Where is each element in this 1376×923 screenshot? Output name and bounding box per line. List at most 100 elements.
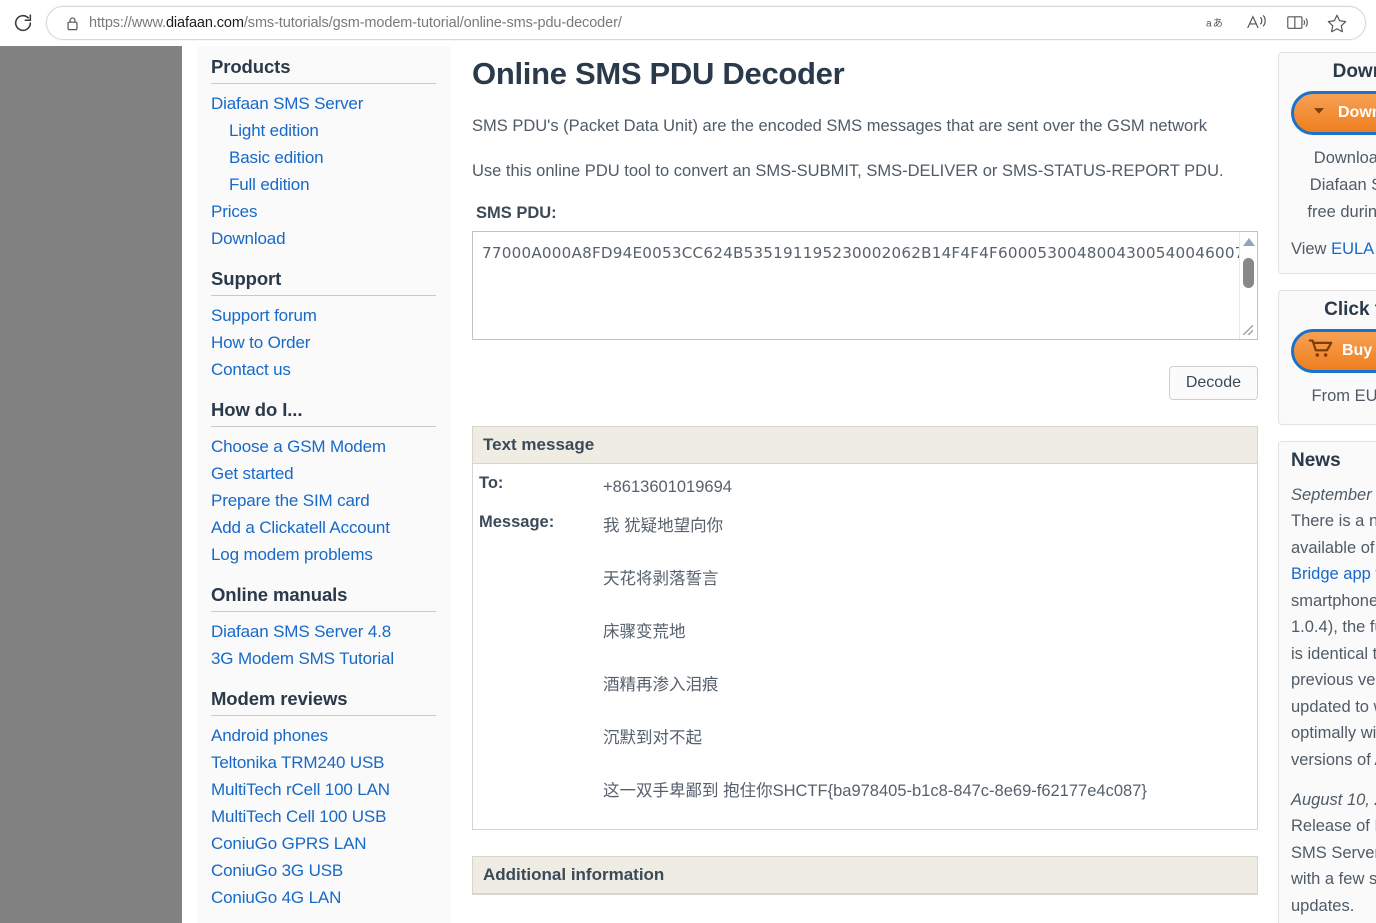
eula-link[interactable]: EULA [1331,240,1374,258]
download-card-text-3: free during 30 days [1307,203,1376,221]
news-body-pre: There is a new version available of the [1291,512,1376,557]
to-value: +8613601019694 [603,478,732,496]
sidebar-link-basic-edition[interactable]: Basic edition [211,144,436,171]
browser-toolbar: https://www.diafaan.com/sms-tutorials/gs… [0,0,1376,46]
sidebar-link-prices[interactable]: Prices [211,198,436,225]
url-text: https://www.diafaan.com/sms-tutorials/gs… [89,15,622,31]
sidebar-link-contact-us[interactable]: Contact us [211,356,436,383]
decode-button-row: Decode [472,366,1258,400]
sidebar-link-full-edition[interactable]: Full edition [211,171,436,198]
sms-pdu-label: SMS PDU: [476,204,557,222]
news-item-date: August 10, 2021 [1291,791,1376,809]
message-value: 我 犹疑地望向你 天花将剥落誓言 床骤变荒地 酒精再渗入泪痕 沉默到对不起 这一… [603,513,1147,805]
news-item-body: Release of Diafaan SMS Server 4.8.0.0 wi… [1291,817,1376,915]
sidebar-link-prepare-the-sim-card[interactable]: Prepare the SIM card [211,487,436,514]
svg-text:あ: あ [1213,17,1223,29]
download-card-text-2: Diafaan SMS Server [1309,176,1376,194]
sidebar-link-choose-a-gsm-modem[interactable]: Choose a GSM Modem [211,433,436,460]
sidebar-link-support-forum[interactable]: Support forum [211,302,436,329]
download-card: Download Download Download and try Diafa… [1278,52,1376,274]
row-to: To: +8613601019694 [479,474,1247,501]
favorite-star-icon[interactable] [1317,8,1357,38]
page-viewport: Products Diafaan SMS Server Light editio… [0,46,1376,923]
sms-pdu-textarea[interactable] [473,232,1257,339]
sidebar-section-products: Products Diafaan SMS Server Light editio… [211,46,436,252]
to-label: To: [479,474,504,492]
message-line: 床骤变荒地 [603,623,686,641]
lock-icon [61,16,83,31]
news-item-body: There is a new version available of the … [1291,508,1376,773]
sidebar-link-multitech-cell-100-usb[interactable]: MultiTech Cell 100 USB [211,803,436,830]
message-label: Message: [479,513,555,531]
download-button[interactable]: Download [1291,91,1376,135]
text-message-panel: Text message To: +8613601019694 Message:… [472,426,1258,830]
buy-button-label: Buy now [1342,342,1376,359]
sidebar-link-add-a-clickatell-account[interactable]: Add a Clickatell Account [211,514,436,541]
sidebar-heading-support: Support [211,252,436,296]
scroll-up-arrow-icon[interactable] [1242,238,1255,246]
sidebar-link-multitech-rcell-100-lan[interactable]: MultiTech rCell 100 LAN [211,776,436,803]
download-card-title: Download [1332,61,1376,82]
sidebar-link-download[interactable]: Download [211,225,436,252]
message-line-flag: 这一双手卑鄙到 抱住你SHCTF{ba978405-b1c8-847c-8e69… [603,782,1147,800]
sidebar-link-teltonika-trm240-usb[interactable]: Teltonika TRM240 USB [211,749,436,776]
page-title: Online SMS PDU Decoder [472,56,845,91]
decode-button[interactable]: Decode [1168,366,1258,400]
sidebar-link-coniugo-3g-usb[interactable]: ConiuGo 3G USB [211,857,436,884]
sidebar-link-coniugo-4g-lan[interactable]: ConiuGo 4G LAN [211,884,436,911]
additional-information-panel: Additional information [472,856,1258,895]
row-message: Message: 我 犹疑地望向你 天花将剥落誓言 床骤变荒地 酒精再渗入泪痕 … [479,513,1247,805]
sidebar-link-how-to-order[interactable]: How to Order [211,329,436,356]
sidebar-link-android-phones[interactable]: Android phones [211,722,436,749]
sidebar-heading-how-do-i: How do I... [211,383,436,427]
buy-card-text: From EUR 129.00 [1311,387,1376,405]
scrollbar-thumb[interactable] [1243,258,1254,288]
main-content: Online SMS PDU Decoder SMS PDU's (Packet… [450,46,1278,923]
intro-paragraph-2: Use this online PDU tool to convert an S… [472,162,1224,180]
download-card-text-1: Download and try [1313,149,1376,167]
reload-icon [14,14,32,32]
sidebar-section-modem-reviews: Modem reviews Android phones Teltonika T… [211,672,436,911]
news-card: News September 13, 2021 There is a new v… [1278,441,1376,923]
sidebar-link-log-modem-problems[interactable]: Log modem problems [211,541,436,568]
sidebar-heading-modem-reviews: Modem reviews [211,672,436,716]
address-bar[interactable]: https://www.diafaan.com/sms-tutorials/gs… [46,6,1366,40]
text-message-panel-body: To: +8613601019694 Message: 我 犹疑地望向你 天花将… [473,464,1257,829]
news-card-title: News [1291,450,1341,471]
additional-information-header: Additional information [473,857,1257,894]
sidebar-link-3g-modem-sms-tutorial[interactable]: 3G Modem SMS Tutorial [211,645,436,672]
sidebar-link-light-edition[interactable]: Light edition [211,117,436,144]
page-left-margin-block [0,46,182,923]
reload-button[interactable] [0,0,46,46]
message-line: 沉默到对不起 [603,729,702,747]
sidebar-section-how-do-i: How do I... Choose a GSM Modem Get start… [211,383,436,568]
news-body-post: for Android smartphones (version 1.0.4),… [1291,565,1376,769]
message-line: 酒精再渗入泪痕 [603,676,719,694]
sms-pdu-input-wrapper [472,231,1258,340]
immersive-reader-icon[interactable] [1277,8,1317,38]
intro-paragraph-1: SMS PDU's (Packet Data Unit) are the enc… [472,117,1207,135]
sidebar-link-get-started[interactable]: Get started [211,460,436,487]
translate-icon[interactable]: a あ [1197,8,1237,38]
text-message-panel-header: Text message [473,427,1257,464]
textarea-resize-handle[interactable] [1240,322,1256,338]
site-sidebar-nav: Products Diafaan SMS Server Light editio… [198,46,450,923]
sidebar-heading-online-manuals: Online manuals [211,568,436,612]
sidebar-section-online-manuals: Online manuals Diafaan SMS Server 4.8 3G… [211,568,436,672]
sidebar-heading-products: Products [211,46,436,84]
news-item-date: September 13, 2021 [1291,486,1376,504]
eula-prefix: View [1291,240,1332,258]
sidebar-link-coniugo-gprs-lan[interactable]: ConiuGo GPRS LAN [211,830,436,857]
download-arrow-icon [1308,99,1330,127]
buy-card-title: Click to buy [1324,299,1376,320]
right-sidebar: Download Download Download and try Diafa… [1278,46,1376,923]
sidebar-link-diafaan-sms-server[interactable]: Diafaan SMS Server [211,90,436,117]
shopping-cart-icon [1308,337,1334,365]
sidebar-section-support: Support Support forum How to Order Conta… [211,252,436,383]
buy-now-button[interactable]: Buy now [1291,329,1376,373]
message-line: 我 犹疑地望向你 [603,517,724,535]
sidebar-link-diafaan-sms-server-48[interactable]: Diafaan SMS Server 4.8 [211,618,436,645]
download-button-label: Download [1338,104,1376,121]
svg-text:a: a [1206,18,1212,29]
read-aloud-icon[interactable] [1237,8,1277,38]
